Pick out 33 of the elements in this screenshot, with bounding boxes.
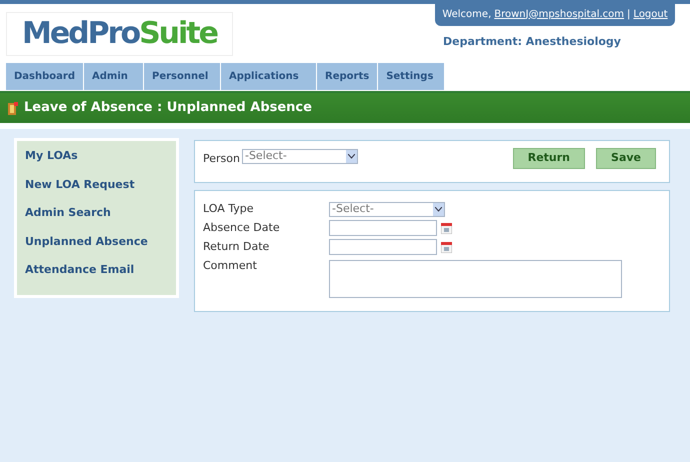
person-label: Person [203,151,240,167]
nav-tab[interactable]: Reports [317,63,378,90]
date-input[interactable] [329,239,437,255]
nav-tab[interactable]: Settings [378,63,446,90]
sidebar-link[interactable]: My LOAs [25,148,78,164]
sidebar-link[interactable]: Attendance Email [25,262,134,278]
sidebar-link[interactable]: New LOA Request [25,176,135,193]
action-button[interactable]: Return [512,148,586,169]
department-label: Department: Anesthesiology [443,34,621,50]
date-input[interactable] [329,220,437,236]
nav-tab[interactable]: Dashboard [6,63,84,90]
logo: MedProSuite [6,12,233,56]
calendar-icon [441,222,452,234]
action-button[interactable]: Save [596,148,656,169]
separator-text: | [627,8,630,22]
sidebar-link[interactable]: Unplanned Absence [25,234,148,250]
nav-tab[interactable]: Personnel [144,63,221,90]
field-label: Absence Date [203,220,280,236]
field-label: Return Date [203,239,270,255]
user-email-link[interactable]: BrownJ@mpshospital.com [494,6,624,22]
person-select[interactable]: -Select- [242,149,358,164]
page-title: Leave of Absence : Unplanned Absence [24,99,312,118]
comment-textarea[interactable] [329,260,622,298]
document-icon [8,102,18,114]
nav-tab[interactable]: Admin [84,63,144,90]
field-label: Comment [203,258,257,274]
welcome-text: Welcome, [442,8,492,22]
nav-tab[interactable]: Applications [221,63,317,90]
sidebar-link[interactable]: Admin Search [25,205,111,222]
calendar-icon [441,242,452,252]
logout-link[interactable]: Logout [633,6,668,22]
loa-type-select[interactable]: -Select- [329,202,445,216]
field-label: LOA Type [203,201,254,217]
